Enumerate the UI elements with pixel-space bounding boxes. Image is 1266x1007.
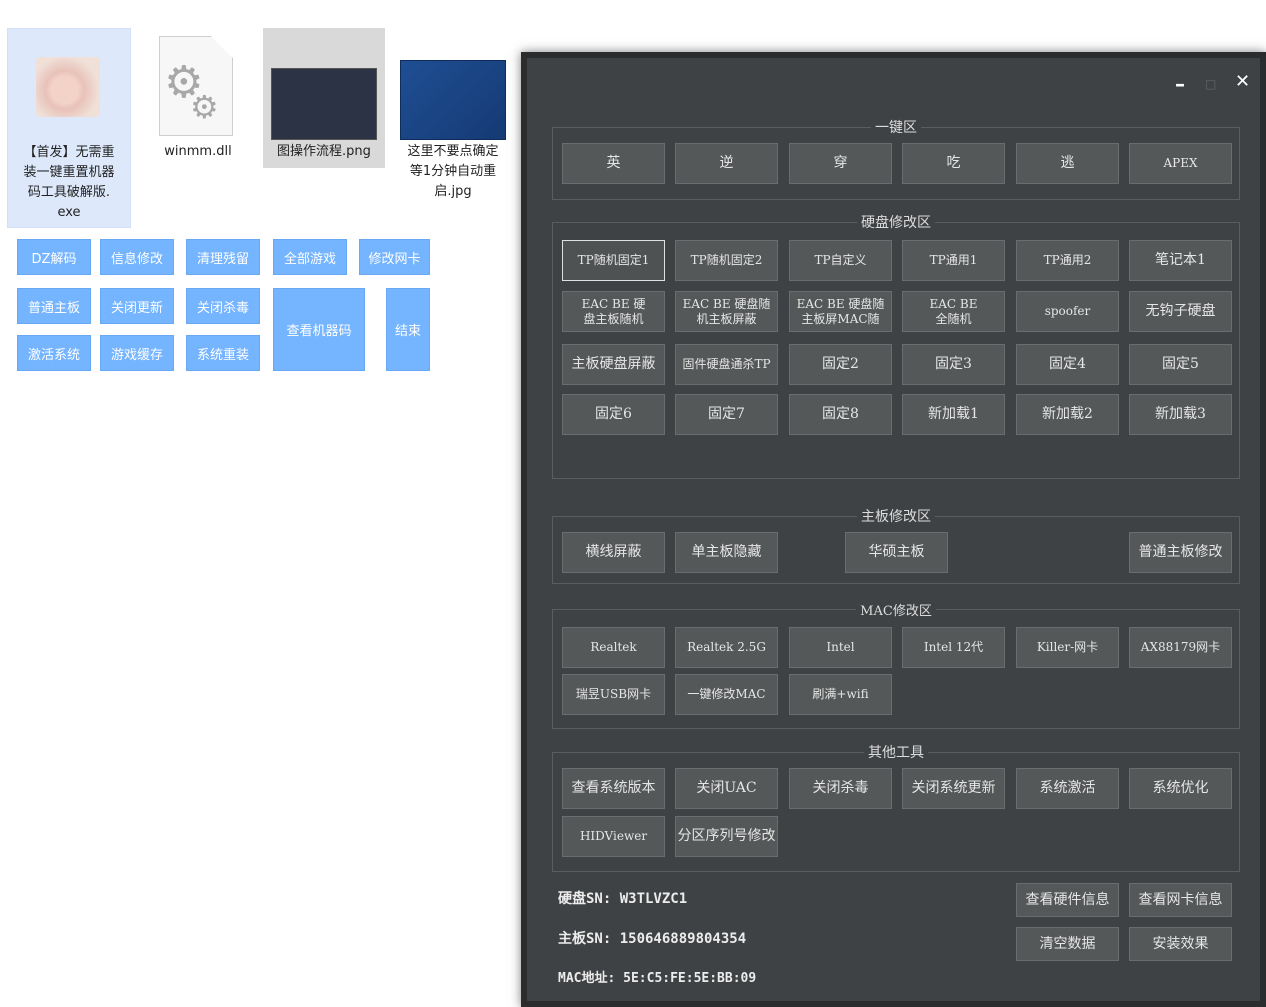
mac-button[interactable]: Intel 12代 bbox=[902, 627, 1005, 668]
close-icon[interactable]: ✕ bbox=[1235, 72, 1250, 92]
disk-button[interactable]: 固定8 bbox=[789, 394, 892, 435]
tool-window: – □ ✕ 一键区 英 逆 穿 吃 逃 APEX 硬盘修改区 TP随机固定1 T… bbox=[521, 52, 1266, 1007]
disk-button[interactable]: EAC BE 硬盘随 主板屏MAC随 bbox=[789, 291, 892, 332]
file-icon-dll[interactable]: ⚙ ⚙ winmm.dll bbox=[137, 28, 259, 168]
disk-button[interactable]: TP通用2 bbox=[1016, 240, 1119, 281]
disk-button[interactable]: spoofer bbox=[1016, 291, 1119, 332]
install-effect-button[interactable]: 安装效果 bbox=[1129, 927, 1232, 961]
disk-button[interactable]: TP随机固定1 bbox=[562, 240, 665, 281]
photo-thumbnail-icon bbox=[36, 57, 100, 117]
one-key-button[interactable]: 穿 bbox=[789, 143, 892, 184]
mac-button[interactable]: Killer-网卡 bbox=[1016, 627, 1119, 668]
group-title: 主板修改区 bbox=[857, 509, 935, 525]
tool-button[interactable]: HIDViewer bbox=[562, 816, 665, 857]
mac-button[interactable]: Intel bbox=[789, 627, 892, 668]
view-machine-code-button[interactable]: 查看机器码 bbox=[273, 288, 365, 371]
board-button[interactable]: 普通主板修改 bbox=[1129, 532, 1232, 573]
minimize-icon[interactable]: – bbox=[1175, 74, 1185, 94]
mac-button[interactable]: 刷满+wifi bbox=[789, 674, 892, 715]
tool-button[interactable]: 分区序列号修改 bbox=[675, 816, 778, 857]
disk-button[interactable]: 固件硬盘通杀TP bbox=[675, 344, 778, 385]
board-button[interactable]: 单主板隐藏 bbox=[675, 532, 778, 573]
disk-button[interactable]: 新加载2 bbox=[1016, 394, 1119, 435]
clean-residue-button[interactable]: 清理残留 bbox=[186, 239, 260, 275]
disk-button[interactable]: EAC BE 全随机 bbox=[902, 291, 1005, 332]
file-name: 这里不要点确定 等1分钟自动重 启.jpg bbox=[407, 144, 499, 199]
tool-button[interactable]: 关闭杀毒 bbox=[789, 768, 892, 809]
file-icon-jpg[interactable]: 这里不要点确定 等1分钟自动重 启.jpg bbox=[392, 28, 514, 208]
disk-button[interactable]: 新加载3 bbox=[1129, 394, 1232, 435]
image-thumbnail-icon bbox=[271, 68, 377, 140]
mac-button[interactable]: AX88179网卡 bbox=[1129, 627, 1232, 668]
image-thumbnail-icon bbox=[400, 60, 506, 140]
group-title: MAC修改区 bbox=[856, 604, 936, 619]
gear-file-icon: ⚙ ⚙ bbox=[159, 36, 233, 136]
disk-button[interactable]: TP通用1 bbox=[902, 240, 1005, 281]
one-key-button[interactable]: 逃 bbox=[1016, 143, 1119, 184]
mac-button[interactable]: Realtek bbox=[562, 627, 665, 668]
disk-button[interactable]: 主板硬盘屏蔽 bbox=[562, 344, 665, 385]
disk-button[interactable]: EAC BE 硬 盘主板随机 bbox=[562, 291, 665, 332]
maximize-icon[interactable]: □ bbox=[1205, 74, 1216, 94]
group-title: 其他工具 bbox=[864, 745, 928, 761]
tool-button[interactable]: 系统激活 bbox=[1016, 768, 1119, 809]
dz-decode-button[interactable]: DZ解码 bbox=[17, 239, 91, 275]
disk-button[interactable]: TP随机固定2 bbox=[675, 240, 778, 281]
disk-sn-label: 硬盘SN: W3TLVZC1 bbox=[558, 891, 688, 907]
info-modify-button[interactable]: 信息修改 bbox=[100, 239, 174, 275]
disk-button[interactable]: 固定4 bbox=[1016, 344, 1119, 385]
disk-button[interactable]: 新加载1 bbox=[902, 394, 1005, 435]
game-cache-button[interactable]: 游戏缓存 bbox=[100, 335, 174, 371]
one-key-button[interactable]: 英 bbox=[562, 143, 665, 184]
tool-button[interactable]: 关闭系统更新 bbox=[902, 768, 1005, 809]
modify-nic-button[interactable]: 修改网卡 bbox=[359, 239, 430, 275]
disk-button[interactable]: TP自定义 bbox=[789, 240, 892, 281]
all-games-button[interactable]: 全部游戏 bbox=[273, 239, 347, 275]
board-button[interactable]: 华硕主板 bbox=[845, 532, 948, 573]
mac-button[interactable]: 一键修改MAC bbox=[675, 674, 778, 715]
tool-button[interactable]: 关闭UAC bbox=[675, 768, 778, 809]
exit-button[interactable]: 结束 bbox=[386, 288, 430, 371]
view-hardware-info-button[interactable]: 查看硬件信息 bbox=[1016, 883, 1119, 917]
disk-button[interactable]: EAC BE 硬盘随 机主板屏蔽 bbox=[675, 291, 778, 332]
system-reinstall-button[interactable]: 系统重装 bbox=[186, 335, 260, 371]
file-name: 图操作流程.png bbox=[277, 144, 371, 159]
one-key-button[interactable]: 吃 bbox=[902, 143, 1005, 184]
disk-button[interactable]: 固定6 bbox=[562, 394, 665, 435]
file-name: 【首发】无需重 装一键重置机器 码工具破解版. exe bbox=[23, 145, 115, 220]
disk-button[interactable]: 固定2 bbox=[789, 344, 892, 385]
tool-button[interactable]: 系统优化 bbox=[1129, 768, 1232, 809]
disk-button[interactable]: 固定7 bbox=[675, 394, 778, 435]
one-key-button[interactable]: APEX bbox=[1129, 143, 1232, 184]
clear-data-button[interactable]: 清空数据 bbox=[1016, 927, 1119, 961]
file-icon-exe[interactable]: 【首发】无需重 装一键重置机器 码工具破解版. exe bbox=[7, 28, 131, 228]
file-name: winmm.dll bbox=[164, 144, 232, 159]
mac-address-label: MAC地址: 5E:C5:FE:5E:BB:09 bbox=[558, 971, 757, 986]
close-antivirus-button[interactable]: 关闭杀毒 bbox=[186, 288, 260, 324]
group-title: 硬盘修改区 bbox=[857, 215, 935, 231]
one-key-button[interactable]: 逆 bbox=[675, 143, 778, 184]
disk-button[interactable]: 固定3 bbox=[902, 344, 1005, 385]
group-title: 一键区 bbox=[871, 120, 921, 136]
activate-system-button[interactable]: 激活系统 bbox=[17, 335, 91, 371]
disk-button[interactable]: 固定5 bbox=[1129, 344, 1232, 385]
board-sn-label: 主板SN: 150646889804354 bbox=[558, 931, 747, 947]
board-button[interactable]: 横线屏蔽 bbox=[562, 532, 665, 573]
mac-button[interactable]: Realtek 2.5G bbox=[675, 627, 778, 668]
disk-button[interactable]: 无钩子硬盘 bbox=[1129, 291, 1232, 332]
mac-button[interactable]: 瑞昱USB网卡 bbox=[562, 674, 665, 715]
close-update-button[interactable]: 关闭更新 bbox=[100, 288, 174, 324]
tool-button[interactable]: 查看系统版本 bbox=[562, 768, 665, 809]
disk-button[interactable]: 笔记本1 bbox=[1129, 240, 1232, 281]
file-icon-png[interactable]: 图操作流程.png bbox=[263, 28, 385, 168]
view-nic-info-button[interactable]: 查看网卡信息 bbox=[1129, 883, 1232, 917]
normal-board-button[interactable]: 普通主板 bbox=[17, 288, 91, 324]
